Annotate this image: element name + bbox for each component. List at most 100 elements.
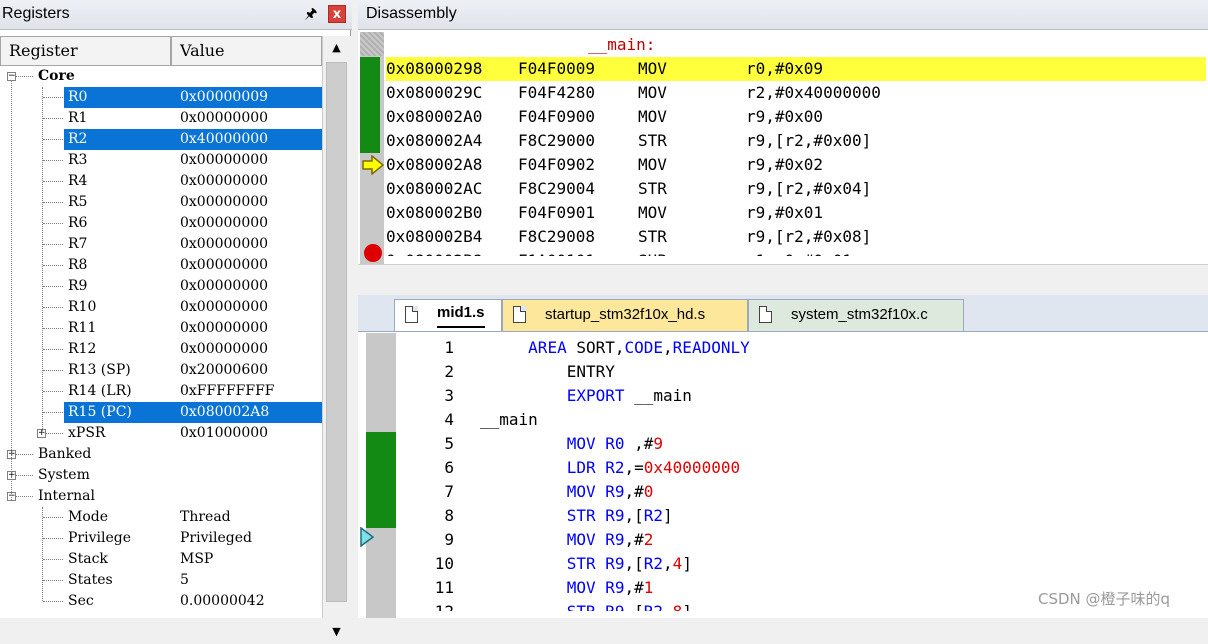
disassembly-line[interactable]: 0x0800029C F04F4280 MOV r2,#0x40000000 — [386, 81, 1206, 105]
scroll-up-icon[interactable]: ▲ — [323, 36, 350, 60]
code-line[interactable]: 2 ENTRY — [398, 360, 1198, 384]
breakpoint-icon[interactable] — [364, 244, 382, 262]
register-value[interactable]: 5 — [180, 570, 189, 591]
register-name: xPSR — [68, 425, 106, 441]
register-value[interactable]: 0x01000000 — [180, 423, 268, 444]
register-value[interactable]: 0x00000000 — [180, 255, 268, 276]
code-line[interactable]: 4 __main — [398, 408, 1198, 432]
editor-gutter[interactable] — [366, 333, 396, 618]
register-value[interactable]: 0x00000000 — [180, 339, 268, 360]
register-value[interactable]: Privileged — [180, 528, 252, 549]
register-row[interactable]: R15 (PC) 0x080002A8 — [0, 402, 322, 423]
registers-tree: Core − R0 0x00000009 R1 0x00000000 R2 0x4000000… — [0, 66, 322, 618]
register-row[interactable]: R4 0x00000000 — [0, 171, 322, 192]
register-row[interactable]: Internal − — [0, 486, 322, 507]
register-value[interactable]: 0x080002A8 — [180, 402, 269, 423]
column-header-value[interactable]: Value — [171, 36, 322, 66]
register-row[interactable]: Mode Thread — [0, 507, 322, 528]
code-line[interactable]: 10 STR R9,[R2,4] — [398, 552, 1198, 576]
code-token: __main — [480, 410, 538, 429]
register-row[interactable]: R8 0x00000000 — [0, 255, 322, 276]
register-value[interactable]: 0x00000000 — [180, 192, 268, 213]
register-row[interactable]: System + — [0, 465, 322, 486]
register-row[interactable]: R1 0x00000000 — [0, 108, 322, 129]
disassembly-addr: 0x080002A4 — [386, 131, 483, 150]
tab-mid1-s[interactable]: mid1.s — [394, 299, 502, 331]
register-row[interactable]: Stack MSP — [0, 549, 322, 570]
register-value[interactable]: 0x00000000 — [180, 108, 268, 129]
disassembly-hscroll[interactable] — [358, 264, 1208, 293]
register-row[interactable]: R6 0x00000000 — [0, 213, 322, 234]
register-value[interactable]: 0x40000000 — [180, 129, 268, 150]
disassembly-line[interactable]: 0x08000298 F04F0009 MOV r0,#0x09 — [386, 57, 1206, 81]
register-row[interactable]: Privilege Privileged — [0, 528, 322, 549]
register-row[interactable]: R5 0x00000000 — [0, 192, 322, 213]
code-token: R2 — [644, 602, 663, 611]
register-row[interactable]: R3 0x00000000 — [0, 150, 322, 171]
disassembly-line[interactable]: 0x080002B0 F04F0901 MOV r9,#0x01 — [386, 201, 1206, 225]
register-value[interactable]: 0x00000000 — [180, 171, 268, 192]
register-value[interactable]: 0x20000600 — [180, 360, 268, 381]
scrollbar-thumb[interactable] — [326, 62, 347, 602]
register-row[interactable]: Sec 0.00000042 — [0, 591, 322, 612]
registers-scrollbar[interactable]: ▲ ▼ — [322, 36, 351, 638]
code-line[interactable]: 3 EXPORT __main — [398, 384, 1198, 408]
code-line[interactable]: 5 MOV R0 ,#9 — [398, 432, 1198, 456]
disassembly-line[interactable]: 0x080002B4 F8C29008 STR r9,[r2,#0x08] — [386, 225, 1206, 249]
register-row[interactable]: R11 0x00000000 — [0, 318, 322, 339]
disassembly-line[interactable]: 0x080002A0 F04F0900 MOV r9,#0x00 — [386, 105, 1206, 129]
code-line[interactable]: 7 MOV R9,#0 — [398, 480, 1198, 504]
register-row[interactable]: States 5 — [0, 570, 322, 591]
register-value[interactable]: MSP — [180, 549, 213, 570]
register-value[interactable]: 0x00000000 — [180, 150, 268, 171]
register-value[interactable]: 0.00000042 — [180, 591, 265, 612]
disassembly-mnemonic: MOV — [638, 203, 667, 222]
disassembly-line[interactable]: 0x080002B8 F1A00101 SUB r1,r0,#0x01 — [386, 249, 1206, 256]
column-header-register[interactable]: Register — [0, 36, 171, 66]
tab-system-stm32f10x-c[interactable]: system_stm32f10x.c — [748, 299, 964, 331]
code-line[interactable]: 1 AREA SORT,CODE,READONLY — [398, 336, 1198, 360]
line-number: 8 — [444, 506, 454, 525]
close-icon[interactable]: x — [328, 5, 346, 23]
register-value[interactable]: 0x00000000 — [180, 276, 268, 297]
code-token: MOV R9 — [566, 482, 625, 501]
disassembly-addr: 0x080002A8 — [386, 155, 483, 174]
register-row[interactable]: R14 (LR) 0xFFFFFFFF — [0, 381, 322, 402]
code-token: 2 — [643, 530, 654, 549]
register-value[interactable]: 0x00000000 — [180, 234, 268, 255]
code-line[interactable]: 6 LDR R2,=0x40000000 — [398, 456, 1198, 480]
tab-startup-stm32f10x-hd-s[interactable]: startup_stm32f10x_hd.s — [502, 299, 748, 331]
register-row[interactable]: R10 0x00000000 — [0, 297, 322, 318]
register-name: Privilege — [68, 530, 131, 546]
disassembly-gutter[interactable] — [360, 32, 384, 264]
register-row[interactable]: R13 (SP) 0x20000600 — [0, 360, 322, 381]
register-value[interactable]: 0x00000000 — [180, 213, 268, 234]
register-row[interactable]: R0 0x00000009 — [0, 87, 322, 108]
disassembly-line[interactable]: 0x080002A4 F8C29000 STR r9,[r2,#0x00] — [386, 129, 1206, 153]
code-line[interactable]: 8 STR R9,[R2] — [398, 504, 1198, 528]
register-row[interactable]: R12 0x00000000 — [0, 339, 322, 360]
pin-icon[interactable]: 🖈 — [303, 4, 319, 24]
register-row[interactable]: xPSR 0x01000000 + — [0, 423, 322, 444]
register-row[interactable]: Banked + — [0, 444, 322, 465]
register-row[interactable]: Core − — [0, 66, 322, 87]
register-name: R5 — [68, 194, 88, 210]
disassembly-addr: 0x080002AC — [386, 179, 483, 198]
register-value[interactable]: Thread — [180, 507, 231, 528]
register-row[interactable]: R9 0x00000000 — [0, 276, 322, 297]
register-name: R14 (LR) — [68, 383, 132, 399]
register-row[interactable]: R7 0x00000000 — [0, 234, 322, 255]
register-name: R3 — [68, 152, 88, 168]
register-value[interactable]: 0x00000009 — [180, 87, 268, 108]
register-value[interactable]: 0x00000000 — [180, 297, 268, 318]
code-line[interactable]: 9 MOV R9,#2 — [398, 528, 1198, 552]
register-row[interactable]: R2 0x40000000 — [0, 129, 322, 150]
scroll-down-icon[interactable]: ▼ — [323, 620, 350, 644]
register-name: R0 — [68, 89, 88, 105]
disassembly-line[interactable]: 0x080002AC F8C29004 STR r9,[r2,#0x04] — [386, 177, 1206, 201]
register-value[interactable]: 0xFFFFFFFF — [180, 381, 275, 402]
disassembly-line[interactable]: 0x080002A8 F04F0902 MOV r9,#0x02 — [386, 153, 1206, 177]
tab-label: system_stm32f10x.c — [791, 306, 928, 323]
register-value[interactable]: 0x00000000 — [180, 318, 268, 339]
